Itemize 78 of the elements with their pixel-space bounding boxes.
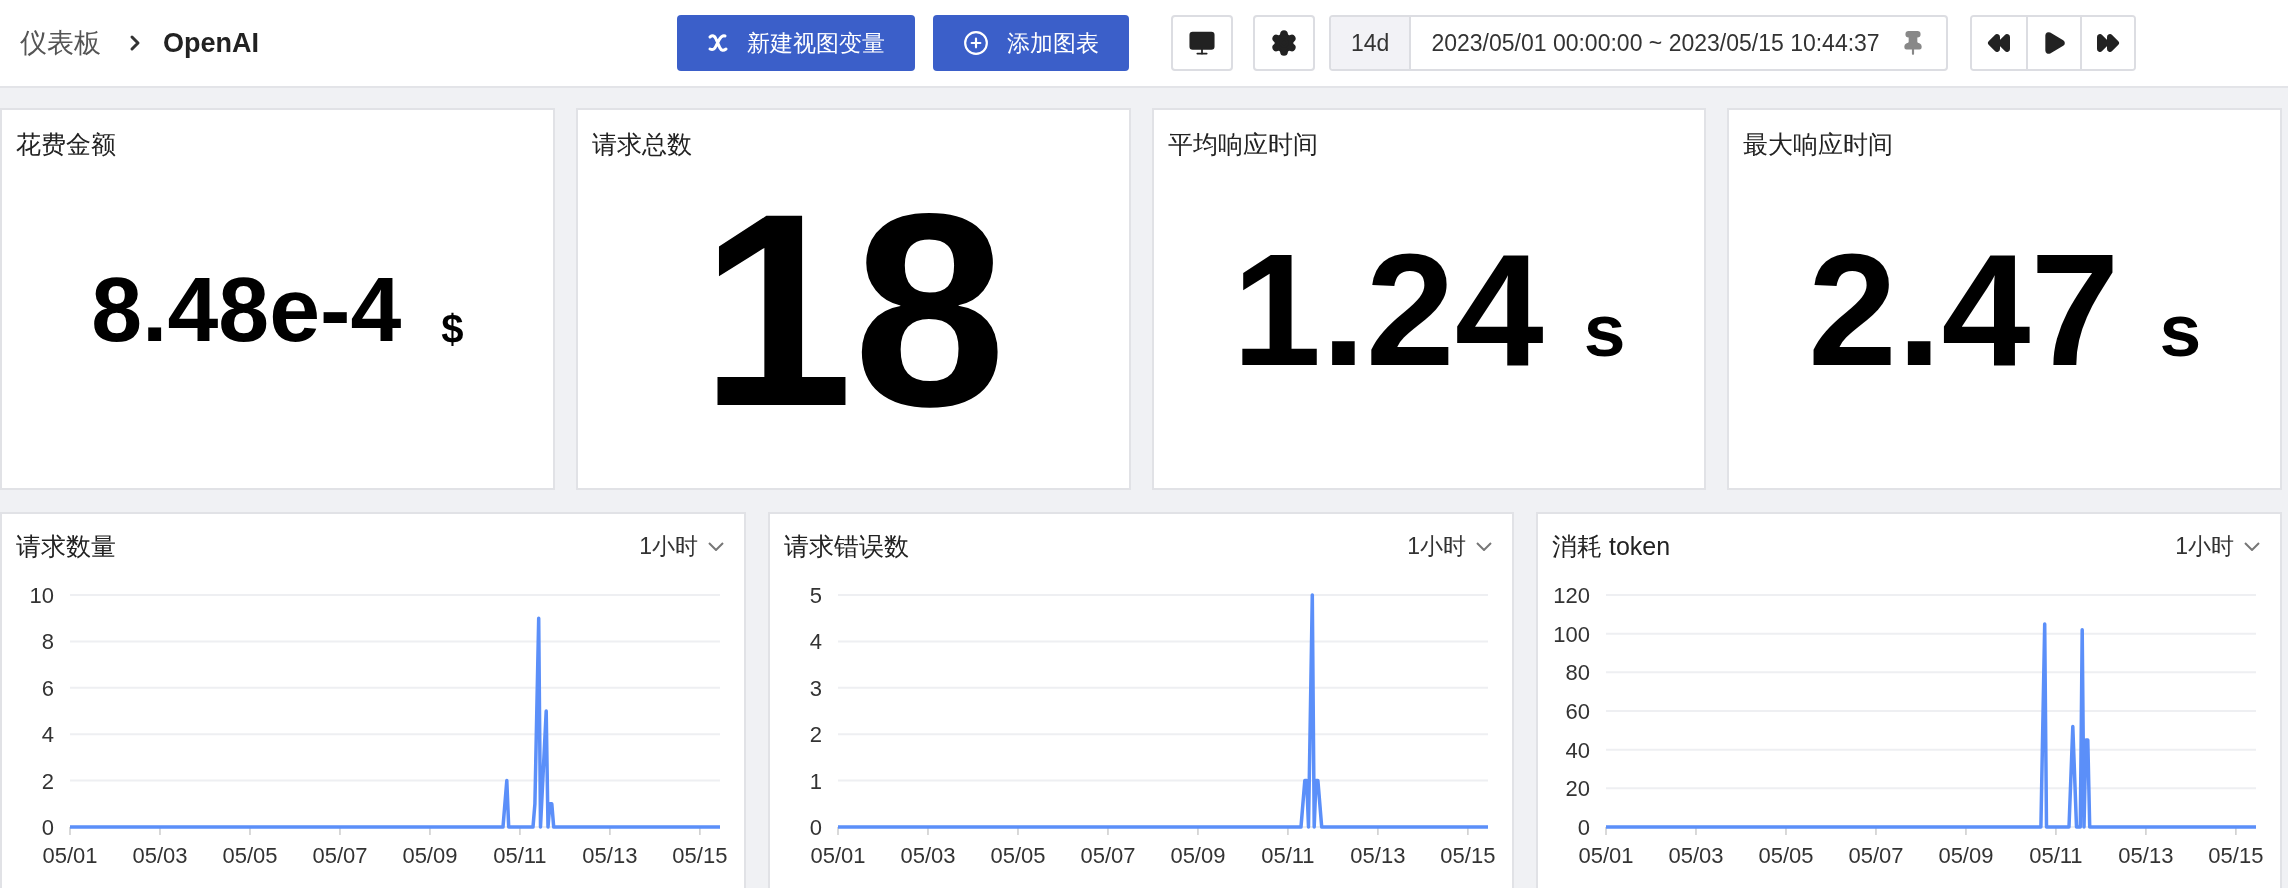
card-title: 最大响应时间	[1742, 129, 1895, 160]
axis-tick-label: 05/09	[402, 843, 458, 868]
axis-tick-label: 2	[809, 722, 822, 748]
stat-value: 18	[700, 172, 1007, 447]
stat-unit: $	[441, 307, 464, 352]
interval-dropdown[interactable]: 1小时	[2175, 531, 2260, 562]
card-title: 消耗 token	[1552, 531, 1671, 562]
stat-unit: s	[2159, 286, 2202, 373]
axis-tick-label: 05/03	[132, 843, 188, 868]
plus-circle-icon	[963, 30, 989, 56]
axis-tick-label: 8	[41, 629, 54, 655]
axis-tick-label: 1	[809, 768, 822, 794]
range-shortcut[interactable]: 14d	[1331, 17, 1412, 69]
card-title: 请求总数	[590, 129, 693, 160]
axis-tick-label: 4	[809, 629, 822, 655]
axis-tick-label: 05/13	[582, 843, 638, 868]
settings-button[interactable]	[1253, 15, 1315, 71]
variable-x-icon	[707, 33, 729, 53]
fast-forward-button[interactable]	[2079, 17, 2134, 69]
axis-tick-label: 05/13	[2118, 843, 2174, 868]
axis-tick-label: 80	[1565, 660, 1590, 686]
axis-tick-label: 05/15	[672, 843, 728, 868]
card-title: 请求数量	[16, 531, 116, 562]
axis-tick-label: 05/11	[1261, 843, 1315, 868]
axis-tick-label: 05/15	[2208, 843, 2264, 868]
axis-tick-label: 6	[41, 675, 54, 701]
axis-tick-label: 05/11	[493, 843, 547, 868]
chevron-down-icon	[1476, 542, 1492, 551]
stat-value: 2.47	[1808, 229, 2120, 390]
axis-tick-label: 40	[1565, 737, 1590, 763]
chevron-down-icon	[2244, 542, 2260, 551]
gear-icon	[1270, 29, 1298, 57]
card-title: 平均响应时间	[1166, 129, 1319, 160]
interval-dropdown[interactable]: 1小时	[639, 531, 724, 562]
breadcrumb-current: OpenAI	[163, 27, 259, 59]
axis-tick-label: 0	[809, 815, 822, 840]
axis-tick-label: 100	[1553, 621, 1590, 647]
axis-tick-label: 05/05	[990, 843, 1046, 868]
fast-forward-icon	[2095, 31, 2120, 55]
axis-tick-label: 05/09	[1938, 843, 1994, 868]
card-title: 花费金额	[15, 129, 117, 160]
new-variable-button[interactable]: 新建视图变量	[677, 15, 915, 71]
axis-tick-label: 4	[41, 722, 54, 748]
axis-tick-label: 05/07	[1080, 843, 1136, 868]
axis-tick-label: 60	[1565, 699, 1590, 724]
chevron-down-icon	[708, 542, 724, 551]
axis-tick-label: 20	[1565, 776, 1590, 802]
card-title: 请求错误数	[784, 531, 909, 562]
axis-tick-label: 05/03	[1668, 843, 1724, 868]
axis-tick-label: 05/11	[2029, 843, 2083, 868]
axis-tick-label: 5	[809, 583, 822, 608]
stat-value: 1.24	[1232, 229, 1544, 390]
axis-tick-label: 05/05	[222, 843, 278, 868]
screen-play-button[interactable]	[1171, 15, 1233, 71]
axis-tick-label: 05/15	[1440, 843, 1496, 868]
interval-dropdown[interactable]: 1小时	[1407, 531, 1492, 562]
axis-tick-label: 05/03	[900, 843, 956, 868]
axis-tick-label: 05/13	[1350, 843, 1406, 868]
stat-value: 8.48e-4	[91, 263, 402, 356]
add-chart-button[interactable]: 添加图表	[933, 15, 1129, 71]
axis-tick-label: 05/01	[810, 843, 866, 868]
axis-tick-label: 05/05	[1758, 843, 1814, 868]
rewind-icon	[1986, 31, 2011, 55]
axis-tick-label: 120	[1553, 583, 1590, 608]
axis-tick-label: 10	[29, 583, 54, 608]
axis-tick-label: 0	[1577, 815, 1590, 840]
axis-tick-label: 05/01	[1578, 843, 1634, 868]
axis-tick-label: 05/07	[1848, 843, 1904, 868]
stat-unit: s	[1583, 286, 1626, 373]
axis-tick-label: 0	[41, 815, 54, 840]
axis-tick-label: 3	[809, 675, 822, 701]
axis-tick-label: 05/07	[312, 843, 368, 868]
time-range-picker[interactable]: 14d 2023/05/01 00:00:00 ~ 2023/05/15 10:44:37	[1329, 15, 1948, 71]
breadcrumb-link[interactable]: 仪表板	[20, 25, 101, 61]
axis-tick-label: 05/09	[1170, 843, 1226, 868]
axis-tick-label: 05/01	[42, 843, 98, 868]
axis-tick-label: 2	[41, 768, 54, 794]
time-range-text: 2023/05/01 00:00:00 ~ 2023/05/15 10:44:37	[1430, 29, 1881, 57]
